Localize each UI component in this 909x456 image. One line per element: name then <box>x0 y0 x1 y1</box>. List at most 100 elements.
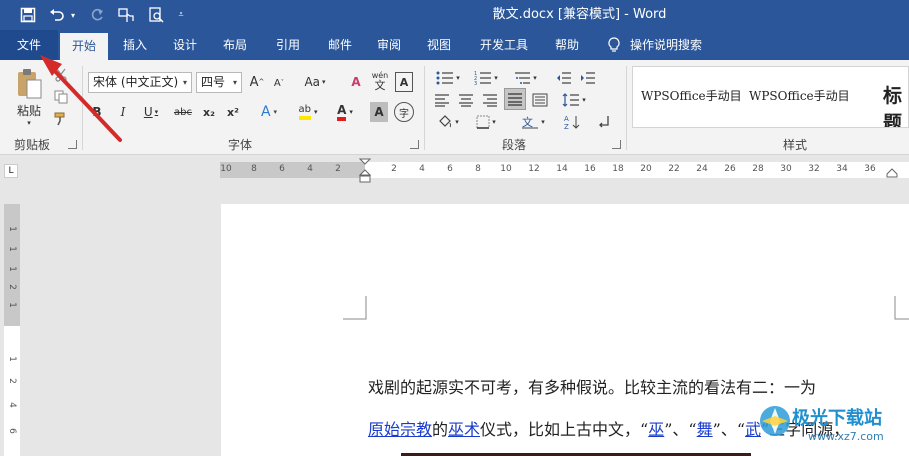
justify-icon[interactable] <box>504 88 526 110</box>
character-border-button[interactable]: A <box>395 72 413 92</box>
font-launcher-icon[interactable] <box>410 140 419 149</box>
italic-glyph: I <box>120 105 126 119</box>
paste-button[interactable]: 粘贴 ▾ <box>12 66 46 128</box>
shrink-font-button[interactable]: Aˇ <box>270 74 288 92</box>
chevron-down-icon: ▾ <box>27 118 31 127</box>
shading-button[interactable]: ▾ <box>432 112 464 132</box>
asian-layout-icon: 文 <box>522 115 539 129</box>
tell-me-search[interactable]: 操作说明搜索 <box>630 30 714 60</box>
sort-icon[interactable]: AZ <box>562 112 582 132</box>
strikethrough-glyph: abc <box>174 106 192 118</box>
subscript-glyph: x₂ <box>203 105 215 119</box>
italic-button[interactable]: I <box>114 102 132 122</box>
hyperlink[interactable]: 巫术 <box>448 420 480 439</box>
tab-selector[interactable]: L <box>4 164 18 178</box>
margin-corner-mark <box>894 296 909 320</box>
tab-insert[interactable]: 插入 <box>112 30 158 60</box>
hyperlink[interactable]: 舞 <box>697 420 713 439</box>
ruler-mark: 32 <box>808 164 820 174</box>
align-center-icon[interactable] <box>456 90 476 110</box>
ruler-mark: 28 <box>752 164 764 174</box>
decrease-indent-icon[interactable] <box>554 68 574 88</box>
tab-view[interactable]: 视图 <box>416 30 462 60</box>
borders-button[interactable]: ▾ <box>470 112 502 132</box>
asian-layout-button[interactable]: 文 ▾ <box>516 112 550 132</box>
ribbon-home: 粘贴 ▾ 剪贴板 宋体 (中文正文) ▾ 四号 ▾ A ^ Aˇ Aa ▾ A wé… <box>0 60 909 155</box>
highlighter-icon: ab <box>298 104 311 120</box>
ruler-mark: 10 <box>500 164 512 174</box>
format-painter-icon[interactable] <box>52 110 70 128</box>
indent-marker-icon[interactable] <box>359 158 371 184</box>
ribbon-tabs: 文件 开始 插入 设计 布局 引用 邮件 审阅 视图 开发工具 帮助 操作说明搜… <box>0 30 909 60</box>
ruler-mark: 14 <box>556 164 568 174</box>
align-left-icon[interactable] <box>432 90 452 110</box>
tab-review[interactable]: 审阅 <box>366 30 412 60</box>
right-indent-marker-icon[interactable] <box>886 168 898 178</box>
hyperlink[interactable]: 原始宗教 <box>368 420 432 439</box>
show-marks-icon[interactable] <box>594 112 614 132</box>
tab-home[interactable]: 开始 <box>60 33 108 60</box>
ruler-mark: 12 <box>528 164 540 174</box>
clear-format-button[interactable]: A <box>346 72 366 92</box>
style-item[interactable]: WPSOffice手动目 <box>749 87 850 104</box>
chevron-down-icon: ▾ <box>232 78 237 87</box>
text-run: 仪式，比如上古中文，“ <box>480 420 649 439</box>
strikethrough-button[interactable]: abc <box>172 102 194 122</box>
ruler-mark: 4 <box>307 164 313 174</box>
underline-button[interactable]: U ▾ <box>138 102 164 122</box>
vruler-mark: 1 <box>7 246 17 252</box>
numbering-button[interactable]: 1 2 3 ▾ <box>470 68 502 88</box>
tab-layout[interactable]: 布局 <box>212 30 258 60</box>
ruler-mark: 8 <box>475 164 481 174</box>
vruler-mark: 1 <box>7 302 17 308</box>
horizontal-ruler[interactable]: 10 8 6 4 2 2 4 6 8 10 12 14 16 18 20 22 … <box>220 158 909 183</box>
vruler-mark: 2 <box>7 284 17 290</box>
text-effects-button[interactable]: A ▾ <box>254 102 284 122</box>
tab-design[interactable]: 设计 <box>162 30 208 60</box>
highlight-button[interactable]: ab ▾ <box>292 102 324 122</box>
copy-icon[interactable] <box>52 88 70 106</box>
vertical-ruler[interactable]: 1 1 1 2 1 1 2 4 6 <box>4 204 20 456</box>
multilevel-list-button[interactable]: ▾ <box>508 68 542 88</box>
font-size-dropdown[interactable]: 四号 ▾ <box>196 72 242 93</box>
style-item-heading[interactable]: 标题 <box>883 81 908 127</box>
vruler-mark: 1 <box>7 226 17 232</box>
style-item[interactable]: WPSOffice手动目 <box>641 87 742 104</box>
svg-text:3: 3 <box>474 81 477 85</box>
font-name-dropdown[interactable]: 宋体 (中文正文) ▾ <box>88 72 192 93</box>
character-shading-button[interactable]: A <box>370 102 388 122</box>
font-color-button[interactable]: A ▾ <box>330 102 360 122</box>
separator <box>82 66 83 150</box>
ruler-mark: 20 <box>640 164 652 174</box>
tab-file[interactable]: 文件 <box>0 30 58 60</box>
cut-icon[interactable] <box>52 66 70 84</box>
align-right-icon[interactable] <box>480 90 500 110</box>
tab-help[interactable]: 帮助 <box>544 30 590 60</box>
increase-indent-icon[interactable] <box>578 68 598 88</box>
tab-references[interactable]: 引用 <box>262 30 314 60</box>
bold-button[interactable]: B <box>88 102 106 122</box>
paint-bucket-icon <box>439 115 452 128</box>
enclose-characters-button[interactable]: 字 <box>394 102 414 122</box>
tab-mailings[interactable]: 邮件 <box>318 30 362 60</box>
change-case-button[interactable]: Aa ▾ <box>300 72 330 92</box>
ruler-mark: 2 <box>335 164 341 174</box>
hyperlink[interactable]: 巫 <box>648 420 664 439</box>
paragraph-launcher-icon[interactable] <box>612 140 621 149</box>
subscript-button[interactable]: x₂ <box>200 102 218 122</box>
phonetic-guide-button[interactable]: wén 文 <box>370 70 390 92</box>
bullet-list-icon <box>436 71 454 85</box>
line-spacing-button[interactable]: ▾ <box>558 90 590 110</box>
line-spacing-icon <box>562 93 580 107</box>
grow-font-button[interactable]: A ^ <box>248 72 266 92</box>
numbered-list-icon: 123 <box>474 71 492 85</box>
vruler-mark: 1 <box>7 356 17 362</box>
clipboard-launcher-icon[interactable] <box>68 140 77 149</box>
styles-gallery: WPSOffice手动目 WPSOffice手动目 标题 <box>632 66 909 128</box>
distributed-icon[interactable] <box>530 90 550 110</box>
ruler-row: L 10 8 6 4 2 2 4 6 8 10 12 14 16 18 20 2… <box>0 156 909 186</box>
bullets-button[interactable]: ▾ <box>432 68 464 88</box>
superscript-button[interactable]: x² <box>224 102 242 122</box>
tab-developer[interactable]: 开发工具 <box>470 30 538 60</box>
window-title: 散文.docx [兼容模式] - Word <box>492 7 667 22</box>
